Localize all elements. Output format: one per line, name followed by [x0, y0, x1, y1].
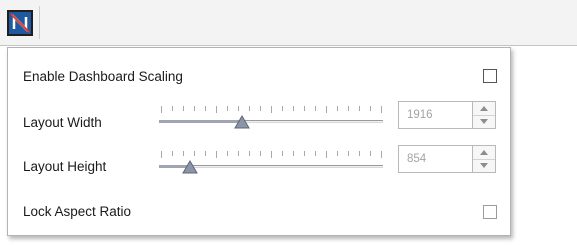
slider-tick — [337, 151, 338, 156]
dashboard-scaling-icon — [9, 12, 31, 34]
layout-height-decrement-button[interactable] — [473, 159, 495, 172]
slider-tick — [381, 151, 382, 158]
slider-tick — [161, 106, 162, 113]
slider-tick — [194, 106, 195, 111]
slider-tick — [260, 151, 261, 156]
layout-width-increment-button[interactable] — [473, 102, 495, 116]
slider-tick — [326, 106, 327, 113]
triangle-down-icon — [480, 163, 488, 168]
slider-tick — [359, 106, 360, 111]
layout-height-label: Layout Height — [23, 159, 107, 174]
layout-width-slider[interactable] — [159, 106, 383, 130]
dashboard-scaling-popup: Enable Dashboard Scaling Layout Width 19… — [7, 47, 511, 236]
slider-tick — [304, 151, 305, 156]
slider-tick — [161, 151, 162, 158]
slider-tick — [216, 151, 217, 158]
slider-tick — [381, 106, 382, 113]
layout-width-slider-thumb[interactable] — [234, 115, 250, 129]
slider-tick — [304, 106, 305, 111]
slider-tick — [348, 106, 349, 111]
triangle-up-icon — [480, 150, 488, 155]
dashboard-scaling-button[interactable] — [7, 10, 33, 36]
layout-width-label: Layout Width — [23, 115, 102, 130]
slider-tick — [315, 106, 316, 111]
slider-tick — [326, 151, 327, 158]
layout-width-spinner-buttons — [472, 101, 496, 129]
slider-tick — [227, 151, 228, 156]
lock-aspect-ratio-label: Lock Aspect Ratio — [23, 204, 132, 219]
layout-width-decrement-button[interactable] — [473, 115, 495, 128]
toolbar-separator — [39, 6, 40, 39]
layout-height-input[interactable]: 854 — [398, 145, 472, 173]
layout-height-spinner-buttons — [472, 145, 496, 173]
slider-tick — [282, 106, 283, 111]
layout-width-slider-fill — [159, 120, 242, 123]
triangle-down-icon — [480, 119, 488, 124]
layout-width-spinner[interactable]: 1916 — [398, 101, 498, 129]
toolbar — [0, 0, 577, 46]
layout-height-spinner[interactable]: 854 — [398, 145, 498, 173]
slider-tick — [172, 106, 173, 111]
enable-dashboard-scaling-checkbox[interactable] — [483, 69, 497, 83]
slider-tick — [238, 106, 239, 111]
slider-tick — [205, 151, 206, 156]
enable-dashboard-scaling-label: Enable Dashboard Scaling — [23, 69, 183, 84]
slider-tick — [337, 106, 338, 111]
lock-aspect-ratio-checkbox[interactable] — [483, 205, 497, 219]
slider-tick — [205, 106, 206, 111]
slider-tick — [249, 106, 250, 111]
slider-tick — [249, 151, 250, 156]
layout-height-increment-button[interactable] — [473, 146, 495, 160]
slider-tick — [271, 151, 272, 158]
slider-tick — [293, 106, 294, 111]
slider-tick — [183, 106, 184, 111]
slider-tick — [348, 151, 349, 156]
slider-tick — [183, 151, 184, 156]
slider-tick — [227, 106, 228, 111]
slider-tick — [282, 151, 283, 156]
layout-height-slider-thumb[interactable] — [182, 160, 198, 174]
slider-tick — [315, 151, 316, 156]
slider-tick — [194, 151, 195, 156]
slider-tick — [271, 106, 272, 113]
layout-width-input[interactable]: 1916 — [398, 101, 472, 129]
layout-height-slider[interactable] — [159, 151, 383, 175]
slider-tick — [370, 106, 371, 111]
slider-tick — [216, 106, 217, 113]
slider-tick — [260, 106, 261, 111]
slider-tick — [293, 151, 294, 156]
slider-tick — [172, 151, 173, 156]
slider-tick — [238, 151, 239, 156]
slider-tick — [370, 151, 371, 156]
triangle-up-icon — [480, 106, 488, 111]
slider-tick — [359, 151, 360, 156]
